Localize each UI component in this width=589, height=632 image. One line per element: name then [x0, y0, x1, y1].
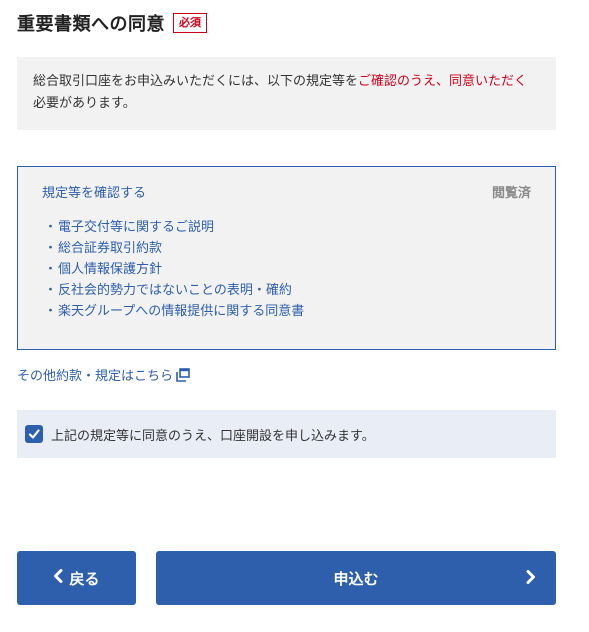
bullet: ・: [44, 283, 58, 298]
bullet: ・: [44, 262, 58, 277]
bullet: ・: [44, 304, 58, 319]
chevron-right-icon: [526, 570, 536, 588]
checkmark-icon: [28, 429, 40, 439]
term-item-label: 電子交付等に関するご説明: [58, 220, 215, 235]
back-button[interactable]: 戻る: [17, 551, 136, 605]
notice-text: 総合取引口座をお申込みいただくには、以下の規定等を: [33, 74, 359, 89]
view-terms-link[interactable]: 規定等を確認する: [42, 182, 146, 201]
submit-button-label: 申込む: [333, 569, 379, 588]
bullet: ・: [44, 241, 58, 256]
page-title: 重要書類への同意: [17, 14, 165, 35]
list-item: ・反社会的勢力ではないことの表明・確約: [42, 280, 531, 301]
read-status-label: 閲覧済: [491, 186, 531, 201]
section-header: 重要書類への同意 必須: [17, 10, 207, 36]
agreement-row[interactable]: 上記の規定等に同意のうえ、口座開設を申し込みます。: [17, 410, 556, 458]
notice-text-end: 必要があります。: [33, 96, 136, 111]
terms-panel: 規定等を確認する 閲覧済 ・電子交付等に関するご説明 ・総合証券取引約款 ・個人…: [17, 166, 556, 350]
agree-checkbox[interactable]: [25, 425, 43, 443]
terms-header: 規定等を確認する 閲覧済: [42, 182, 531, 201]
notice-emphasis: ご確認のうえ、同意いただく: [358, 74, 528, 89]
required-badge: 必須: [173, 13, 207, 33]
terms-list: ・電子交付等に関するご説明 ・総合証券取引約款 ・個人情報保護方針 ・反社会的勢…: [42, 217, 531, 322]
list-item: ・総合証券取引約款: [42, 238, 531, 259]
list-item: ・楽天グループへの情報提供に関する同意書: [42, 301, 531, 322]
other-terms-label: その他約款・規定はこちら: [17, 369, 174, 384]
agree-label: 上記の規定等に同意のうえ、口座開設を申し込みます。: [51, 428, 375, 444]
list-item: ・個人情報保護方針: [42, 259, 531, 280]
notice-panel: 総合取引口座をお申込みいただくには、以下の規定等をご確認のうえ、同意いただく必要…: [17, 57, 556, 130]
back-button-label: 戻る: [69, 569, 100, 588]
other-terms-link[interactable]: その他約款・規定はこちら: [17, 365, 190, 384]
term-item-label: 総合証券取引約款: [58, 241, 163, 256]
external-window-icon: [176, 367, 190, 382]
chevron-left-icon: [53, 569, 63, 587]
term-item-label: 個人情報保護方針: [58, 262, 163, 277]
submit-button[interactable]: 申込む: [156, 551, 556, 605]
term-item-label: 反社会的勢力ではないことの表明・確約: [58, 283, 292, 298]
list-item: ・電子交付等に関するご説明: [42, 217, 531, 238]
term-item-label: 楽天グループへの情報提供に関する同意書: [58, 304, 305, 319]
bullet: ・: [44, 220, 58, 235]
